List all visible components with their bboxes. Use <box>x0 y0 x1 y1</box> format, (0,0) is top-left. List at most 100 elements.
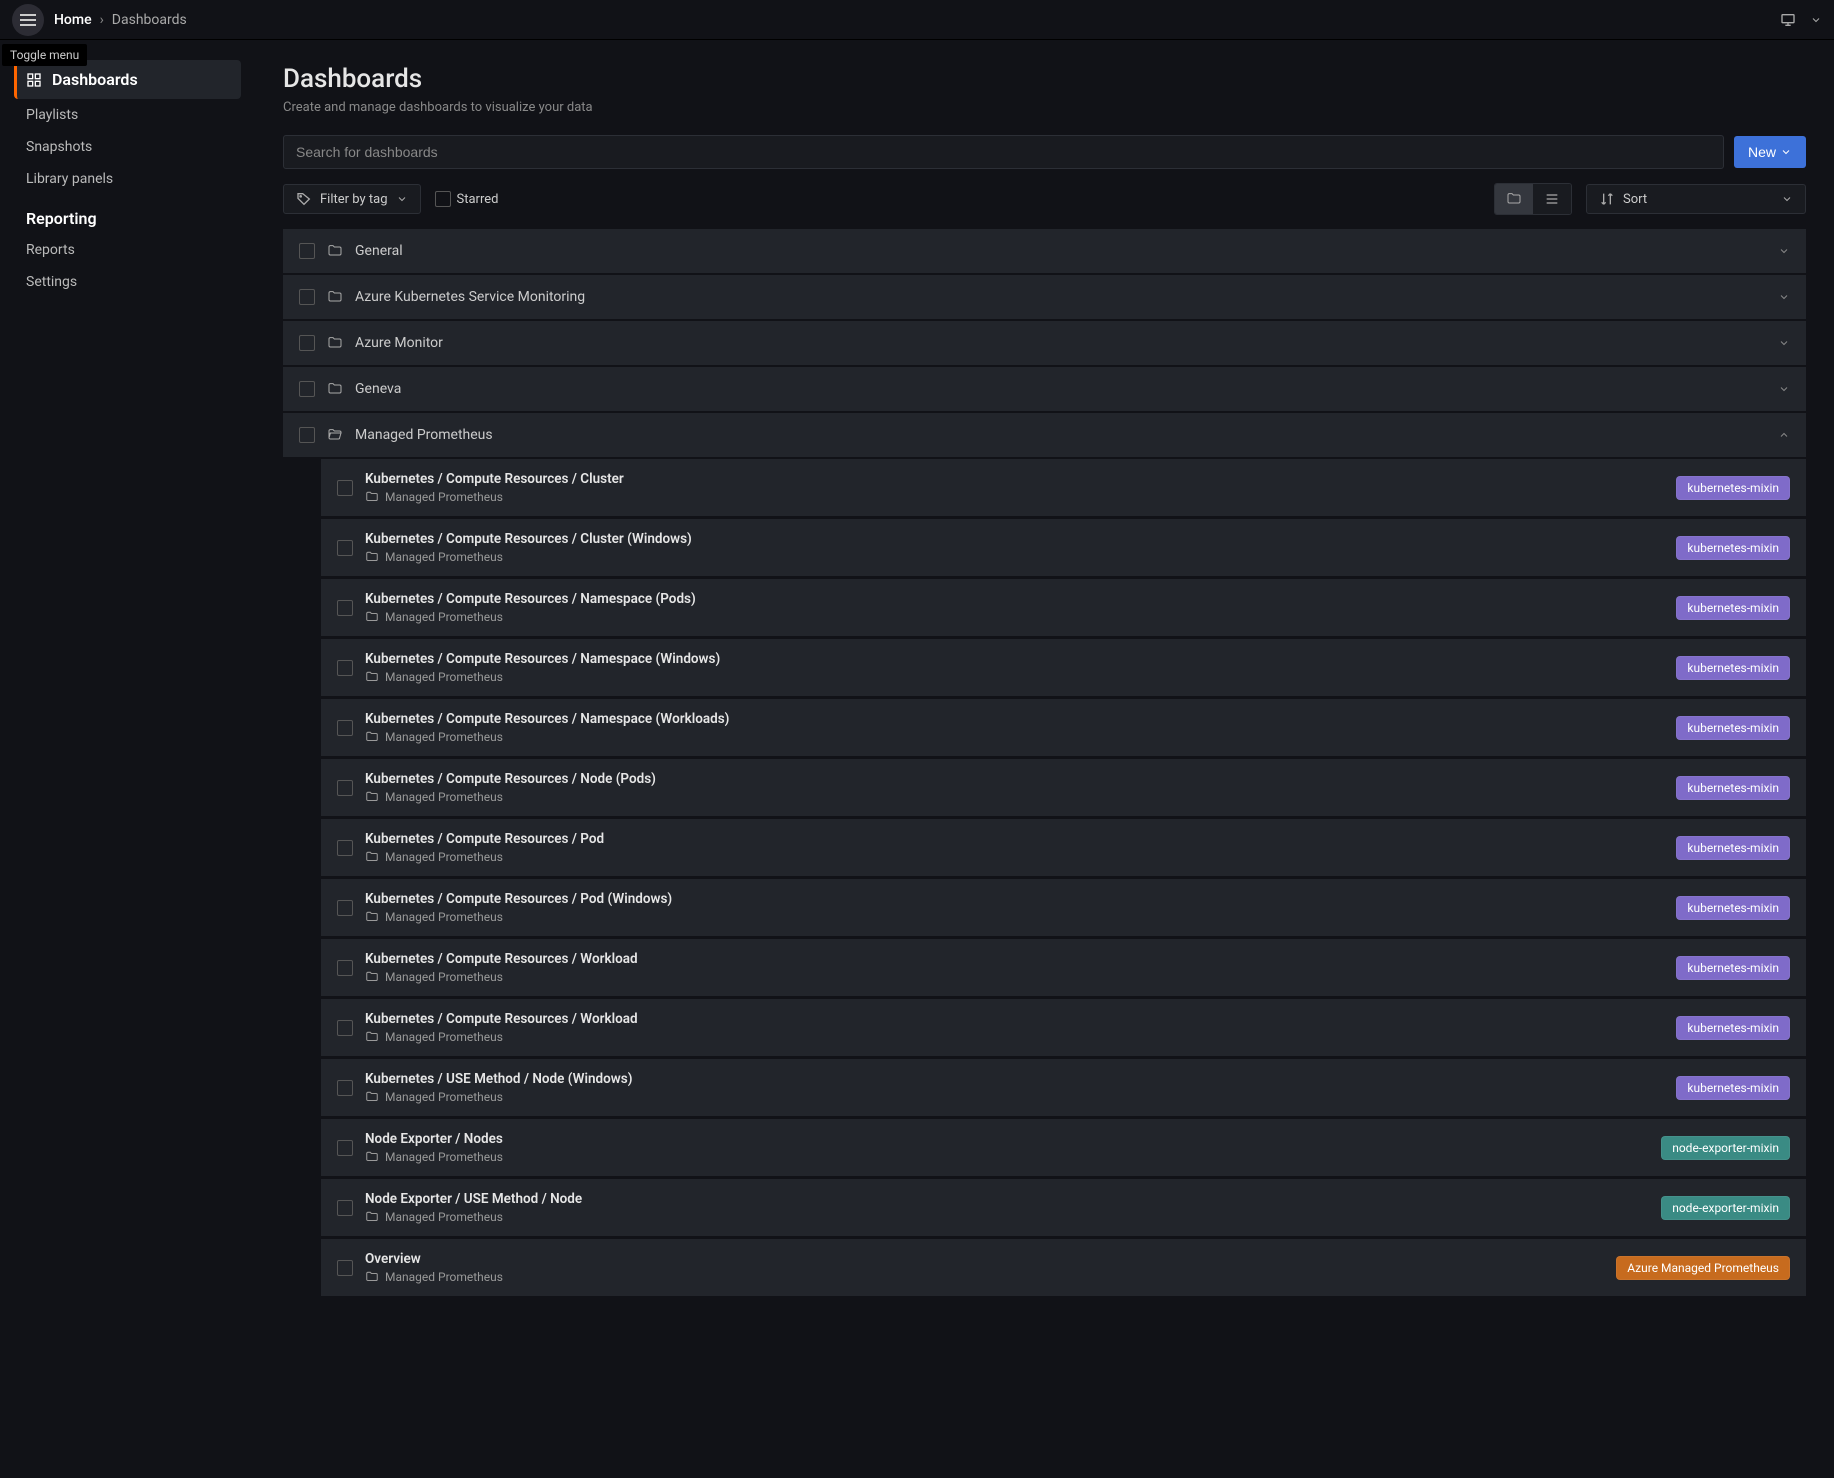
checkbox[interactable] <box>337 780 353 796</box>
folder-row[interactable]: General <box>283 229 1806 273</box>
chevron-down-icon[interactable] <box>1810 14 1822 26</box>
dashboard-title: Node Exporter / USE Method / Node <box>365 1191 582 1207</box>
checkbox[interactable] <box>337 1260 353 1276</box>
hamburger-icon <box>20 19 36 21</box>
checkbox[interactable] <box>337 960 353 976</box>
dashboard-tag[interactable]: kubernetes-mixin <box>1676 476 1790 500</box>
folder-row[interactable]: Azure Kubernetes Service Monitoring <box>283 275 1806 319</box>
sidebar-item-settings[interactable]: Settings <box>14 266 241 298</box>
sort-select[interactable]: Sort <box>1586 184 1806 214</box>
breadcrumb-home[interactable]: Home <box>54 12 92 28</box>
folder-row[interactable]: Azure Monitor <box>283 321 1806 365</box>
dashboard-row[interactable]: Kubernetes / Compute Resources / Workloa… <box>321 939 1806 997</box>
dashboard-row[interactable]: Kubernetes / Compute Resources / Cluster… <box>321 459 1806 517</box>
dashboard-row[interactable]: Kubernetes / Compute Resources / Workloa… <box>321 999 1806 1057</box>
checkbox[interactable] <box>337 600 353 616</box>
folder-open-icon <box>327 427 343 443</box>
dashboard-row[interactable]: Kubernetes / Compute Resources / Namespa… <box>321 699 1806 757</box>
checkbox[interactable] <box>337 720 353 736</box>
view-list-button[interactable] <box>1533 184 1571 214</box>
dashboard-tag[interactable]: kubernetes-mixin <box>1676 716 1790 740</box>
folder-name: General <box>355 243 403 259</box>
checkbox[interactable] <box>337 660 353 676</box>
dashboard-folder: Managed Prometheus <box>365 610 696 624</box>
dashboard-title: Kubernetes / Compute Resources / Pod (Wi… <box>365 891 672 907</box>
dashboard-tag[interactable]: kubernetes-mixin <box>1676 956 1790 980</box>
dashboard-tag[interactable]: kubernetes-mixin <box>1676 1076 1790 1100</box>
sidebar-item-snapshots[interactable]: Snapshots <box>14 131 241 163</box>
dashboard-tag[interactable]: kubernetes-mixin <box>1676 896 1790 920</box>
dashboard-row[interactable]: Node Exporter / USE Method / NodeManaged… <box>321 1179 1806 1237</box>
folder-icon <box>327 243 343 259</box>
starred-label: Starred <box>457 192 499 207</box>
checkbox[interactable] <box>299 243 315 259</box>
menu-toggle-button[interactable] <box>12 4 44 36</box>
breadcrumb-current[interactable]: Dashboards <box>112 12 187 28</box>
chevron-down-icon <box>1778 337 1790 349</box>
checkbox[interactable] <box>337 1200 353 1216</box>
checkbox[interactable] <box>337 1140 353 1156</box>
checkbox[interactable] <box>337 840 353 856</box>
folder-icon <box>365 1150 379 1164</box>
dashboard-row[interactable]: Kubernetes / Compute Resources / Pod Mana… <box>321 819 1806 877</box>
dashboard-row[interactable]: Kubernetes / Compute Resources / Cluster… <box>321 519 1806 577</box>
sort-label: Sort <box>1623 192 1647 207</box>
view-folder-button[interactable] <box>1495 184 1533 214</box>
monitor-icon[interactable] <box>1780 12 1796 28</box>
checkbox[interactable] <box>337 540 353 556</box>
checkbox[interactable] <box>299 427 315 443</box>
folder-icon <box>365 1030 379 1044</box>
sidebar: Dashboards Playlists Snapshots Library p… <box>0 40 255 1478</box>
folder-row[interactable]: Managed Prometheus <box>283 413 1806 457</box>
dashboard-tag[interactable]: kubernetes-mixin <box>1676 1016 1790 1040</box>
dashboard-folder: Managed Prometheus <box>365 850 604 864</box>
dashboard-icon <box>26 72 42 88</box>
dashboard-tag[interactable]: kubernetes-mixin <box>1676 596 1790 620</box>
view-toggle <box>1494 183 1572 215</box>
checkbox[interactable] <box>299 289 315 305</box>
sidebar-item-playlists[interactable]: Playlists <box>14 99 241 131</box>
dashboard-tag[interactable]: kubernetes-mixin <box>1676 776 1790 800</box>
dashboard-tag[interactable]: kubernetes-mixin <box>1676 656 1790 680</box>
breadcrumb-separator: › <box>100 12 104 28</box>
checkbox[interactable] <box>299 335 315 351</box>
folder-icon <box>365 610 379 624</box>
dashboard-row[interactable]: Kubernetes / Compute Resources / Namespa… <box>321 639 1806 697</box>
sidebar-section-reporting: Reporting <box>14 195 241 234</box>
checkbox[interactable] <box>337 900 353 916</box>
folder-icon <box>365 790 379 804</box>
dashboard-tag[interactable]: kubernetes-mixin <box>1676 836 1790 860</box>
folder-icon <box>365 550 379 564</box>
checkbox[interactable] <box>337 1080 353 1096</box>
dashboard-title: Node Exporter / Nodes <box>365 1131 503 1147</box>
sidebar-item-library-panels[interactable]: Library panels <box>14 163 241 195</box>
dashboard-row[interactable]: Kubernetes / Compute Resources / Node (P… <box>321 759 1806 817</box>
filter-by-tag[interactable]: Filter by tag <box>283 184 421 214</box>
dashboard-row[interactable]: Node Exporter / NodesManaged Prometheusn… <box>321 1119 1806 1177</box>
dashboard-row[interactable]: Kubernetes / USE Method / Node (Windows)… <box>321 1059 1806 1117</box>
folder-icon <box>365 850 379 864</box>
dashboard-tag[interactable]: node-exporter-mixin <box>1661 1136 1790 1160</box>
chevron-down-icon <box>396 193 408 205</box>
folder-icon <box>365 490 379 504</box>
list-icon <box>1544 191 1560 207</box>
folder-row[interactable]: Geneva <box>283 367 1806 411</box>
search-input[interactable] <box>283 135 1724 169</box>
dashboard-title: Kubernetes / Compute Resources / Workloa… <box>365 951 638 967</box>
dashboard-title: Kubernetes / Compute Resources / Pod <box>365 831 604 847</box>
dashboard-row[interactable]: Kubernetes / Compute Resources / Namespa… <box>321 579 1806 637</box>
checkbox[interactable] <box>299 381 315 397</box>
sidebar-item-reports[interactable]: Reports <box>14 234 241 266</box>
dashboard-title: Kubernetes / Compute Resources / Namespa… <box>365 651 720 667</box>
dashboard-tag[interactable]: Azure Managed Prometheus <box>1616 1256 1790 1280</box>
dashboard-tag[interactable]: node-exporter-mixin <box>1661 1196 1790 1220</box>
dashboard-row[interactable]: OverviewManaged PrometheusAzure Managed … <box>321 1239 1806 1297</box>
dashboard-folder: Managed Prometheus <box>365 550 692 564</box>
new-button[interactable]: New <box>1734 136 1806 168</box>
dashboard-row[interactable]: Kubernetes / Compute Resources / Pod (Wi… <box>321 879 1806 937</box>
starred-filter[interactable]: Starred <box>435 191 499 207</box>
folder-icon <box>365 970 379 984</box>
dashboard-tag[interactable]: kubernetes-mixin <box>1676 536 1790 560</box>
checkbox[interactable] <box>337 480 353 496</box>
checkbox[interactable] <box>337 1020 353 1036</box>
